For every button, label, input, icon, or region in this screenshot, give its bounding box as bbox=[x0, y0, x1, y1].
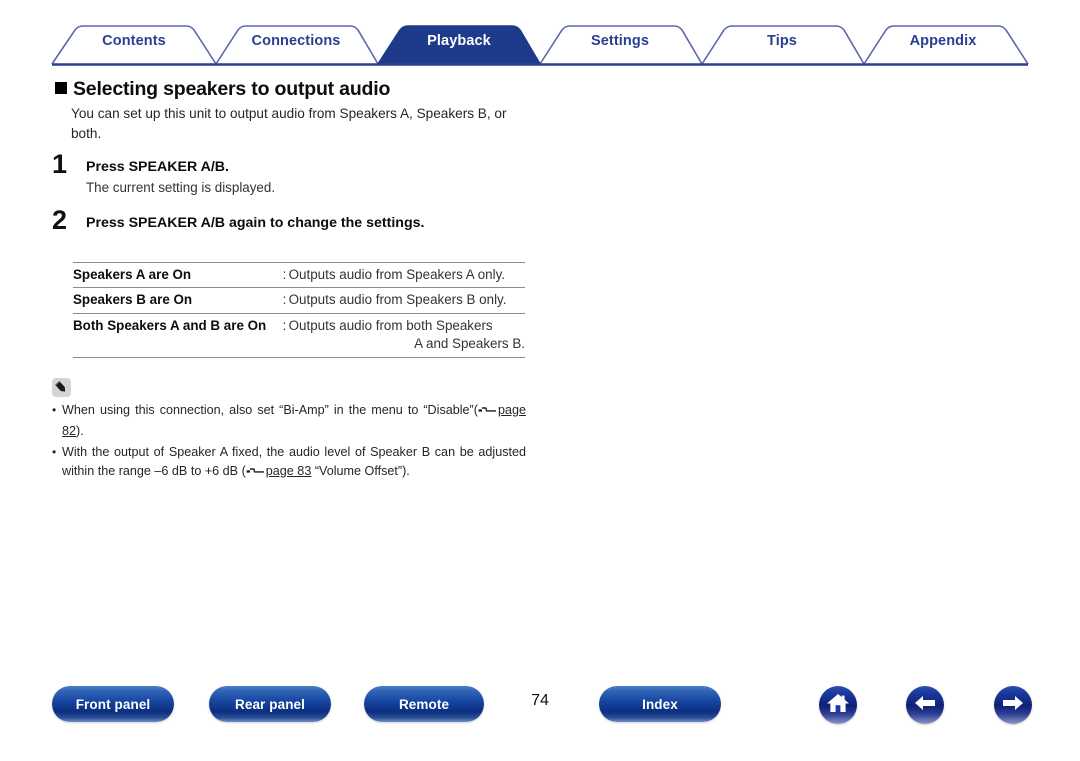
list-item: When using this connection, also set “Bi… bbox=[52, 401, 526, 441]
step-item: 1 Press SPEAKER A/B. The current setting… bbox=[0, 151, 1080, 197]
option-name: Speakers B are On bbox=[73, 292, 193, 308]
note-bullet-list: When using this connection, also set “Bi… bbox=[52, 401, 526, 483]
page-title: Selecting speakers to output audio bbox=[0, 78, 1080, 100]
pencil-icon bbox=[52, 377, 71, 397]
forward-button[interactable] bbox=[994, 686, 1032, 724]
settings-table: Speakers A are On : Outputs audio from S… bbox=[73, 262, 525, 358]
option-name: Both Speakers A and B are On bbox=[73, 317, 267, 333]
tab-label-connections[interactable]: Connections bbox=[252, 34, 341, 49]
tab-label-playback[interactable]: Playback bbox=[427, 34, 491, 49]
step-title: Press SPEAKER A/B. bbox=[86, 159, 229, 176]
note-text: When using this connection, also set “Bi… bbox=[62, 402, 474, 417]
rear-panel-button[interactable]: Rear panel bbox=[209, 686, 331, 722]
page-content: Selecting speakers to output audio You c… bbox=[0, 72, 1080, 482]
bottom-nav-bar: Front panel Rear panel Remote 74 Index bbox=[0, 686, 1080, 734]
option-name: Speakers A are On bbox=[73, 266, 192, 282]
forward-arrow-icon bbox=[1001, 694, 1025, 717]
table-row: Speakers A are On : Outputs audio from S… bbox=[73, 262, 525, 288]
tab-label-contents[interactable]: Contents bbox=[102, 34, 166, 49]
tab-bar: Contents Connections Playback Settings T… bbox=[0, 0, 1080, 72]
option-description-cell: Outputs audio from both Speakers A and S… bbox=[289, 313, 525, 357]
pointing-hand-icon bbox=[246, 464, 266, 483]
page-link[interactable]: page 83 bbox=[266, 464, 312, 478]
tab-label-settings[interactable]: Settings bbox=[591, 34, 649, 49]
step-subtext: The current setting is displayed. bbox=[86, 179, 276, 195]
tab-label-appendix[interactable]: Appendix bbox=[910, 34, 977, 49]
step-number: 1 bbox=[52, 149, 68, 180]
table-row: Speakers B are On : Outputs audio from S… bbox=[73, 287, 525, 314]
option-description: Outputs audio from Speakers B only. bbox=[288, 292, 507, 308]
tab-label-tips[interactable]: Tips bbox=[767, 34, 797, 49]
table-row: Both Speakers A and B are On : Outputs a… bbox=[73, 313, 525, 358]
option-description: Outputs audio from Speakers A only. bbox=[288, 266, 505, 282]
section-description: You can set up this unit to output audio… bbox=[71, 106, 507, 141]
option-description: Outputs audio from both Speakers bbox=[288, 317, 493, 333]
home-icon bbox=[826, 692, 850, 719]
option-description-line2: A and Speakers B. bbox=[414, 336, 525, 352]
page-number: 74 bbox=[531, 692, 549, 709]
step-list: 1 Press SPEAKER A/B. The current setting… bbox=[0, 151, 1080, 244]
index-button[interactable]: Index bbox=[599, 686, 721, 722]
note-block: When using this connection, also set “Bi… bbox=[0, 377, 1080, 483]
note-paren-close: ). bbox=[76, 423, 84, 438]
remote-button[interactable]: Remote bbox=[364, 686, 484, 722]
pointing-hand-icon bbox=[478, 403, 498, 422]
step-title: Press SPEAKER A/B again to change the se… bbox=[86, 214, 425, 231]
step-number: 2 bbox=[52, 204, 68, 235]
step-item: 2 Press SPEAKER A/B again to change the … bbox=[0, 206, 1080, 244]
page-title-text: Selecting speakers to output audio bbox=[73, 78, 391, 100]
home-button[interactable] bbox=[819, 686, 857, 724]
note-text-tail: “Volume Offset”). bbox=[311, 463, 410, 478]
square-bullet-icon bbox=[55, 82, 67, 94]
back-button[interactable] bbox=[906, 686, 944, 724]
back-arrow-icon bbox=[913, 694, 937, 717]
list-item: With the output of Speaker A fixed, the … bbox=[52, 443, 526, 483]
front-panel-button[interactable]: Front panel bbox=[52, 686, 174, 722]
